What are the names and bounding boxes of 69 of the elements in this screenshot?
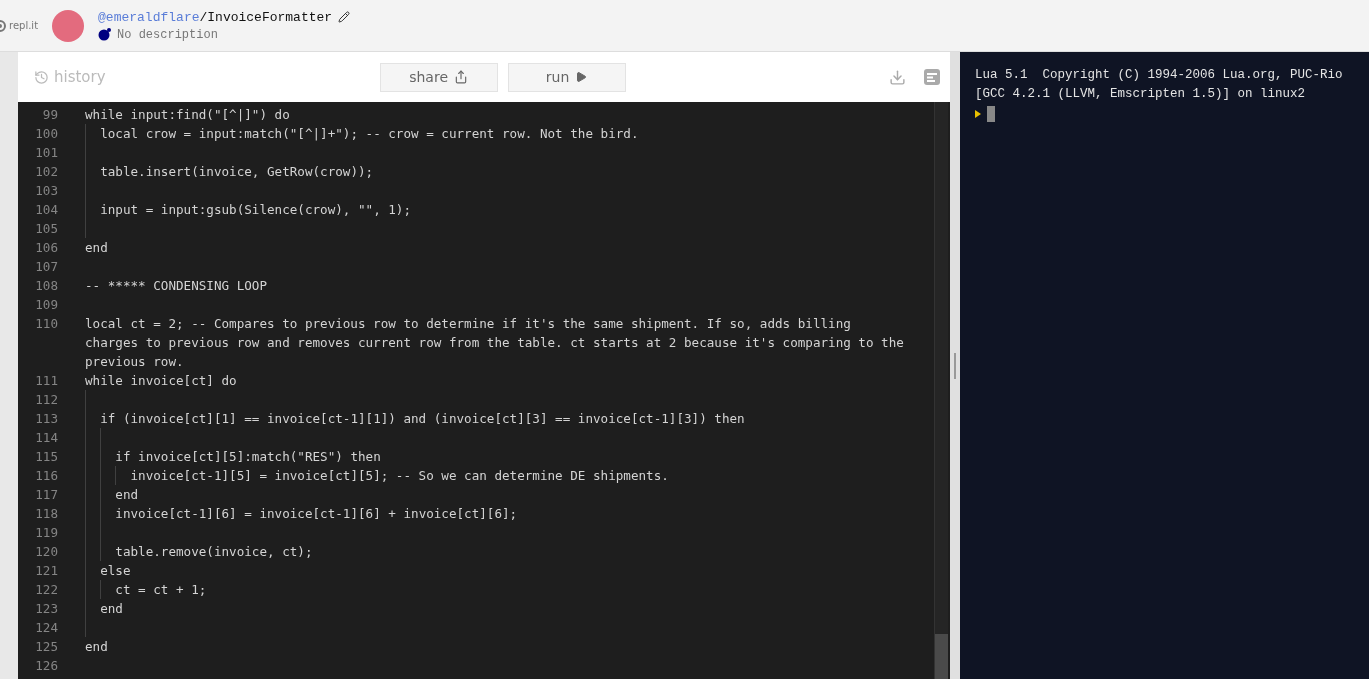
scrollbar[interactable] xyxy=(934,102,948,679)
code-line: if invoice[ct][5]:match("RES") then xyxy=(85,447,907,466)
line-number: 102 xyxy=(34,163,58,181)
line-number: 119 xyxy=(34,524,58,542)
code-line: while invoice[ct] do xyxy=(85,372,238,390)
console-line: [GCC 4.2.1 (LLVM, Emscripten 1.5)] on linux2 xyxy=(975,86,1307,103)
console-line: Lua 5.1 Copyright (C) 1994-2006 Lua.org, PUC-Rio xyxy=(975,67,1344,84)
owner-link[interactable]: @emeraldflare xyxy=(98,9,200,25)
code-line: -- ***** CONDENSING LOOP xyxy=(85,277,268,295)
run-button[interactable]: run xyxy=(507,62,626,92)
line-number: 112 xyxy=(34,391,58,409)
line-number: 105 xyxy=(34,220,58,238)
line-number: 113 xyxy=(34,410,58,428)
pencil-icon[interactable] xyxy=(338,11,351,23)
console-panel[interactable]: Lua 5.1 Copyright (C) 1994-2006 Lua.org, PUC-Rio [GCC 4.2.1 (LLVM, Emscripten 1.5)] on linux2 xyxy=(960,52,1369,679)
line-number: 121 xyxy=(34,562,58,580)
line-number: 117 xyxy=(34,486,58,504)
play-icon xyxy=(575,71,588,83)
code-line: while input:find("[^|]") do xyxy=(85,106,291,124)
history-icon xyxy=(34,69,49,85)
prompt-icon xyxy=(975,109,981,118)
language-icon xyxy=(98,28,112,41)
line-number: 106 xyxy=(34,239,58,257)
line-number: 100 xyxy=(34,125,58,143)
code-line: table.insert(invoice, GetRow(crow)); xyxy=(85,162,907,181)
code-line: invoice[ct-1][5] = invoice[ct][5]; -- So we can determine DE shipments. xyxy=(85,466,907,485)
line-number: 118 xyxy=(34,505,58,523)
share-icon xyxy=(454,70,468,84)
line-number: 115 xyxy=(34,448,58,466)
line-number: 110 xyxy=(34,315,58,333)
line-number: 126 xyxy=(34,657,58,675)
avatar[interactable] xyxy=(52,9,85,42)
text-cursor xyxy=(987,105,995,122)
line-number: 103 xyxy=(34,182,58,200)
code-line: invoice[ct-1][6] = invoice[ct-1][6] + invoice[ct][6]; xyxy=(85,504,907,523)
line-number: 99 xyxy=(41,106,58,124)
code-line: end xyxy=(85,239,109,257)
code-line: else xyxy=(85,561,907,580)
line-number: 104 xyxy=(34,201,58,219)
format-icon[interactable] xyxy=(924,69,940,85)
code-line: table.remove(invoice, ct); xyxy=(85,542,907,561)
line-number: 124 xyxy=(34,619,58,637)
line-number: 125 xyxy=(34,638,58,656)
line-number: 114 xyxy=(34,429,58,447)
code-line: end xyxy=(85,638,109,656)
code-line: if (invoice[ct][1] == invoice[ct-1][1]) and (invoice[ct][3] == invoice[ct-1][3]) then xyxy=(85,409,907,428)
line-number: 120 xyxy=(34,543,58,561)
line-number: 123 xyxy=(34,600,58,618)
repl-separator: / xyxy=(199,9,208,25)
scrollbar-thumb[interactable] xyxy=(935,634,948,679)
line-number: 111 xyxy=(34,372,58,390)
description-text: No description xyxy=(117,27,218,42)
line-number: 107 xyxy=(34,258,58,276)
code-line: local ct = 2; -- Compares to previous row to determine if it's the same shipment. If so, adds billing charges to previous row and removes current row from the table. ct starts at 2 because it's comparing to the previous row. xyxy=(85,315,905,371)
code-line: local crow = input:match("[^|]+"); -- crow = current row. Not the bird. xyxy=(85,124,907,143)
logo-text: repl.it xyxy=(9,20,39,31)
line-number: 122 xyxy=(34,581,58,599)
line-number: 109 xyxy=(34,296,58,314)
line-number: 108 xyxy=(34,277,58,295)
code-line: end xyxy=(85,599,907,618)
line-number: 116 xyxy=(34,467,58,485)
download-icon[interactable] xyxy=(889,68,906,86)
repl-name: InvoiceFormatter xyxy=(207,9,333,25)
line-number: 101 xyxy=(34,144,58,162)
code-line: ct = ct + 1; xyxy=(85,580,907,599)
share-button[interactable]: share xyxy=(379,62,498,92)
splitter-handle[interactable] xyxy=(950,52,960,679)
code-line: input = input:gsub(Silence(crow), "", 1); xyxy=(85,200,907,219)
code-line: end xyxy=(85,485,907,504)
